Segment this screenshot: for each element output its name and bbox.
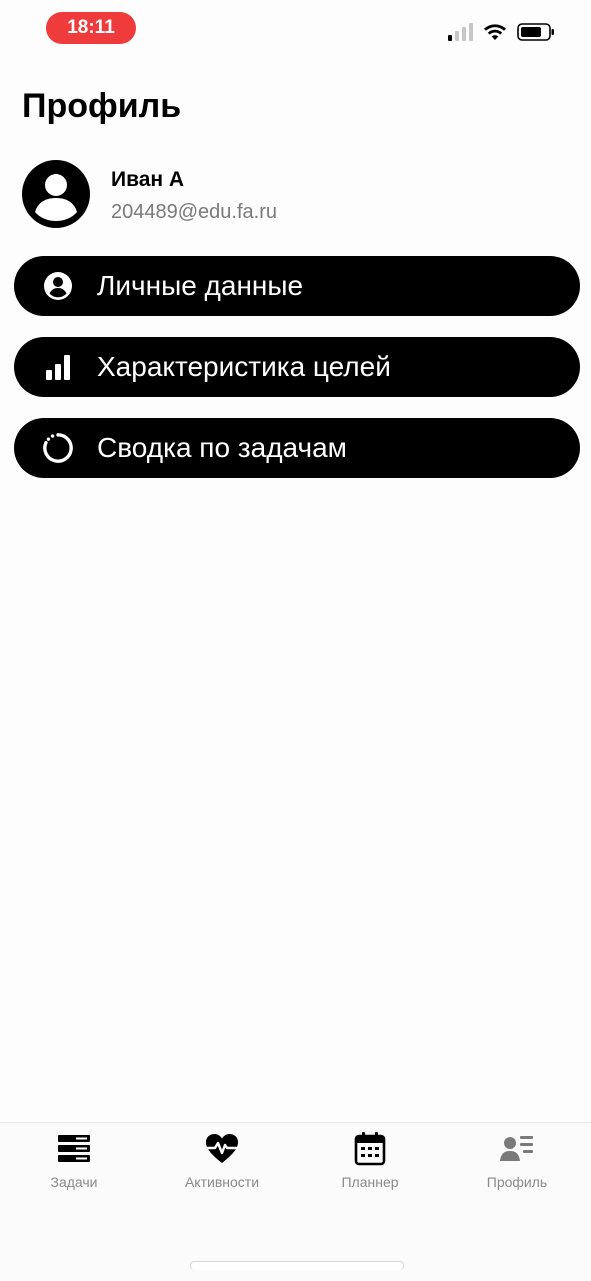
tab-activities[interactable]: Активности <box>162 1131 282 1191</box>
tasks-summary-button[interactable]: Сводка по задачам <box>14 418 580 478</box>
tasks-summary-label: Сводка по задачам <box>97 432 347 463</box>
progress-ring-icon <box>42 432 74 464</box>
tab-profile[interactable]: Профиль <box>457 1131 577 1191</box>
tab-profile-label: Профиль <box>486 1174 548 1190</box>
status-icons <box>448 20 555 44</box>
tab-tasks-label: Задачи <box>50 1174 98 1190</box>
tab-activities-label: Активности <box>184 1174 260 1190</box>
status-bar: 18:11 <box>0 0 591 56</box>
tab-planner[interactable]: Планнер <box>310 1131 430 1191</box>
status-time: 18:11 <box>46 12 136 44</box>
personal-data-label: Личные данные <box>97 270 304 301</box>
goals-characteristics-label: Характеристика целей <box>97 351 391 382</box>
person-circle-icon <box>42 270 74 302</box>
calendar-icon <box>354 1132 386 1166</box>
cellular-signal-icon <box>448 23 473 41</box>
goals-characteristics-button[interactable]: Характеристика целей <box>14 337 580 397</box>
tab-planner-label: Планнер <box>341 1174 399 1190</box>
battery-icon <box>517 23 554 41</box>
tasks-stack-icon <box>58 1135 90 1162</box>
heart-pulse-icon <box>206 1134 238 1163</box>
tab-bar: Задачи Активности Планнер Профиль <box>0 1122 591 1281</box>
bar-chart-icon <box>42 351 74 383</box>
home-indicator[interactable] <box>190 1261 404 1270</box>
profile-list-icon <box>500 1136 533 1161</box>
avatar-icon[interactable] <box>22 160 90 228</box>
user-name: Иван А <box>111 168 185 191</box>
wifi-icon <box>484 24 506 40</box>
tab-tasks[interactable]: Задачи <box>14 1131 134 1191</box>
personal-data-button[interactable]: Личные данные <box>14 256 580 316</box>
user-email: 204489@edu.fa.ru <box>111 201 277 223</box>
page-title: Профиль <box>22 87 182 125</box>
profile-menu: Личные данные Характеристика целей Сводк… <box>14 256 580 499</box>
